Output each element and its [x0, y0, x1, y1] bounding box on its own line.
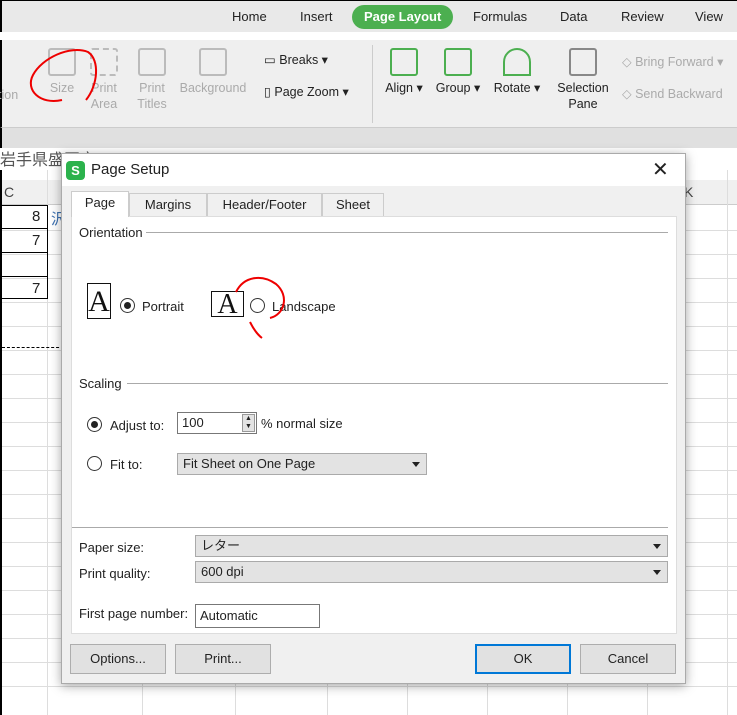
tab-data[interactable]: Data: [548, 5, 599, 29]
landscape-page-icon: A: [211, 291, 244, 319]
tab-view[interactable]: View: [683, 5, 735, 29]
column-header-c[interactable]: C: [4, 184, 14, 200]
rotate-icon: [503, 48, 531, 76]
tab-formulas[interactable]: Formulas: [461, 5, 539, 29]
size-label: Size: [49, 81, 75, 95]
group-button[interactable]: Group ▾: [434, 48, 482, 96]
align-label: Align: [385, 81, 414, 95]
paper-size-label: Paper size:: [79, 540, 145, 555]
tab-page-layout[interactable]: Page Layout: [352, 5, 454, 29]
cell-value[interactable]: 8: [32, 208, 40, 225]
orientation-button[interactable]: tion: [0, 87, 18, 103]
printer-icon: [138, 48, 166, 76]
image-icon: [199, 48, 227, 76]
formula-bar-area: [0, 128, 737, 148]
size-icon: [48, 48, 76, 76]
print-quality-value: 600 dpi: [201, 564, 244, 579]
scaling-label: Scaling: [79, 376, 125, 391]
orientation-label: Orientation: [79, 225, 146, 240]
fit-to-select[interactable]: Fit Sheet on One Page: [177, 453, 427, 475]
breaks-label: Breaks: [279, 53, 319, 67]
page-zoom-label: Page Zoom: [274, 85, 339, 99]
adjust-to-radio[interactable]: [87, 417, 102, 432]
print-area-label-2: Area: [90, 97, 118, 111]
print-area-label: Print: [91, 81, 117, 95]
portrait-label[interactable]: Portrait: [142, 299, 184, 314]
first-page-number-label: First page number:: [79, 606, 189, 621]
portrait-page-icon: A: [87, 283, 111, 319]
breaks-button[interactable]: ▭ Breaks ▾: [264, 52, 328, 68]
print-titles-label: Print: [139, 81, 165, 95]
tab-home[interactable]: Home: [220, 5, 279, 29]
send-backward-button[interactable]: ◇ Send Backward: [622, 86, 723, 102]
group-label: Group: [435, 81, 471, 95]
tab-page[interactable]: Page: [71, 191, 129, 217]
print-quality-select[interactable]: 600 dpi: [195, 561, 668, 583]
chevron-down-icon: [653, 544, 661, 549]
page-tab-panel: Orientation A Portrait A Landscape Scali…: [71, 216, 677, 634]
tab-margins[interactable]: Margins: [129, 193, 207, 216]
portrait-radio[interactable]: [120, 298, 135, 313]
background-label: Background: [179, 81, 247, 95]
page-break-line: [2, 347, 64, 348]
tab-review[interactable]: Review: [609, 5, 676, 29]
print-area-button[interactable]: Print Area: [86, 48, 122, 112]
ribbon: tion Size Print Area Print Titles Backgrou…: [0, 40, 737, 128]
print-titles-button[interactable]: Print Titles: [134, 48, 170, 112]
align-button[interactable]: Align ▾: [382, 48, 426, 96]
adjust-to-label[interactable]: Adjust to:: [110, 418, 164, 433]
menu-bar: Home Insert Page Layout Formulas Data Re…: [0, 0, 737, 32]
ok-button[interactable]: OK: [475, 644, 571, 674]
landscape-label[interactable]: Landscape: [272, 299, 336, 314]
selection-pane-icon: [569, 48, 597, 76]
selection-pane-button[interactable]: Selection Pane: [555, 48, 611, 112]
tab-sheet[interactable]: Sheet: [322, 193, 384, 216]
fit-to-label[interactable]: Fit to:: [110, 457, 143, 472]
bring-forward-button[interactable]: ◇ Bring Forward ▾: [622, 54, 723, 70]
rotate-button[interactable]: Rotate ▾: [492, 48, 542, 96]
fit-to-value: Fit Sheet on One Page: [183, 456, 316, 471]
dialog-title: Page Setup: [91, 161, 170, 178]
adjust-suffix: % normal size: [261, 416, 343, 431]
send-backward-label: Send Backward: [635, 87, 723, 101]
align-icon: [390, 48, 418, 76]
app-logo-icon: S: [66, 161, 85, 180]
cell-value[interactable]: 7: [32, 280, 40, 297]
chevron-down-icon: [412, 462, 420, 467]
dialog-title-bar: S Page Setup ✕: [62, 154, 685, 186]
options-button[interactable]: Options...: [70, 644, 166, 674]
landscape-radio[interactable]: [250, 298, 265, 313]
paper-size-select[interactable]: レター: [195, 535, 668, 557]
size-button[interactable]: Size: [44, 48, 80, 96]
chevron-down-icon: [653, 570, 661, 575]
cancel-button[interactable]: Cancel: [580, 644, 676, 674]
group-icon: [444, 48, 472, 76]
adjust-spinner[interactable]: ▲ ▼: [242, 414, 255, 432]
page-setup-dialog: S Page Setup ✕ Page Margins Header/Foote…: [61, 153, 686, 684]
selection-pane-label: Selection: [557, 81, 609, 95]
print-area-icon: [90, 48, 118, 76]
paper-size-value: レター: [201, 538, 241, 553]
close-icon[interactable]: ✕: [652, 157, 669, 182]
rotate-label: Rotate: [493, 81, 531, 95]
print-quality-label: Print quality:: [79, 566, 151, 581]
print-titles-label-2: Titles: [137, 97, 167, 111]
tab-insert[interactable]: Insert: [288, 5, 345, 29]
first-page-number-input[interactable]: Automatic: [195, 604, 320, 628]
ribbon-divider: [372, 45, 373, 123]
bring-forward-label: Bring Forward: [635, 55, 714, 69]
selection-pane-label-2: Pane: [568, 97, 598, 111]
print-button[interactable]: Print...: [175, 644, 271, 674]
page-zoom-button[interactable]: ▯ Page Zoom ▾: [264, 84, 349, 100]
cell-value[interactable]: 7: [32, 232, 40, 249]
tab-header-footer[interactable]: Header/Footer: [207, 193, 322, 216]
fit-to-radio[interactable]: [87, 456, 102, 471]
background-button[interactable]: Background: [178, 48, 248, 96]
